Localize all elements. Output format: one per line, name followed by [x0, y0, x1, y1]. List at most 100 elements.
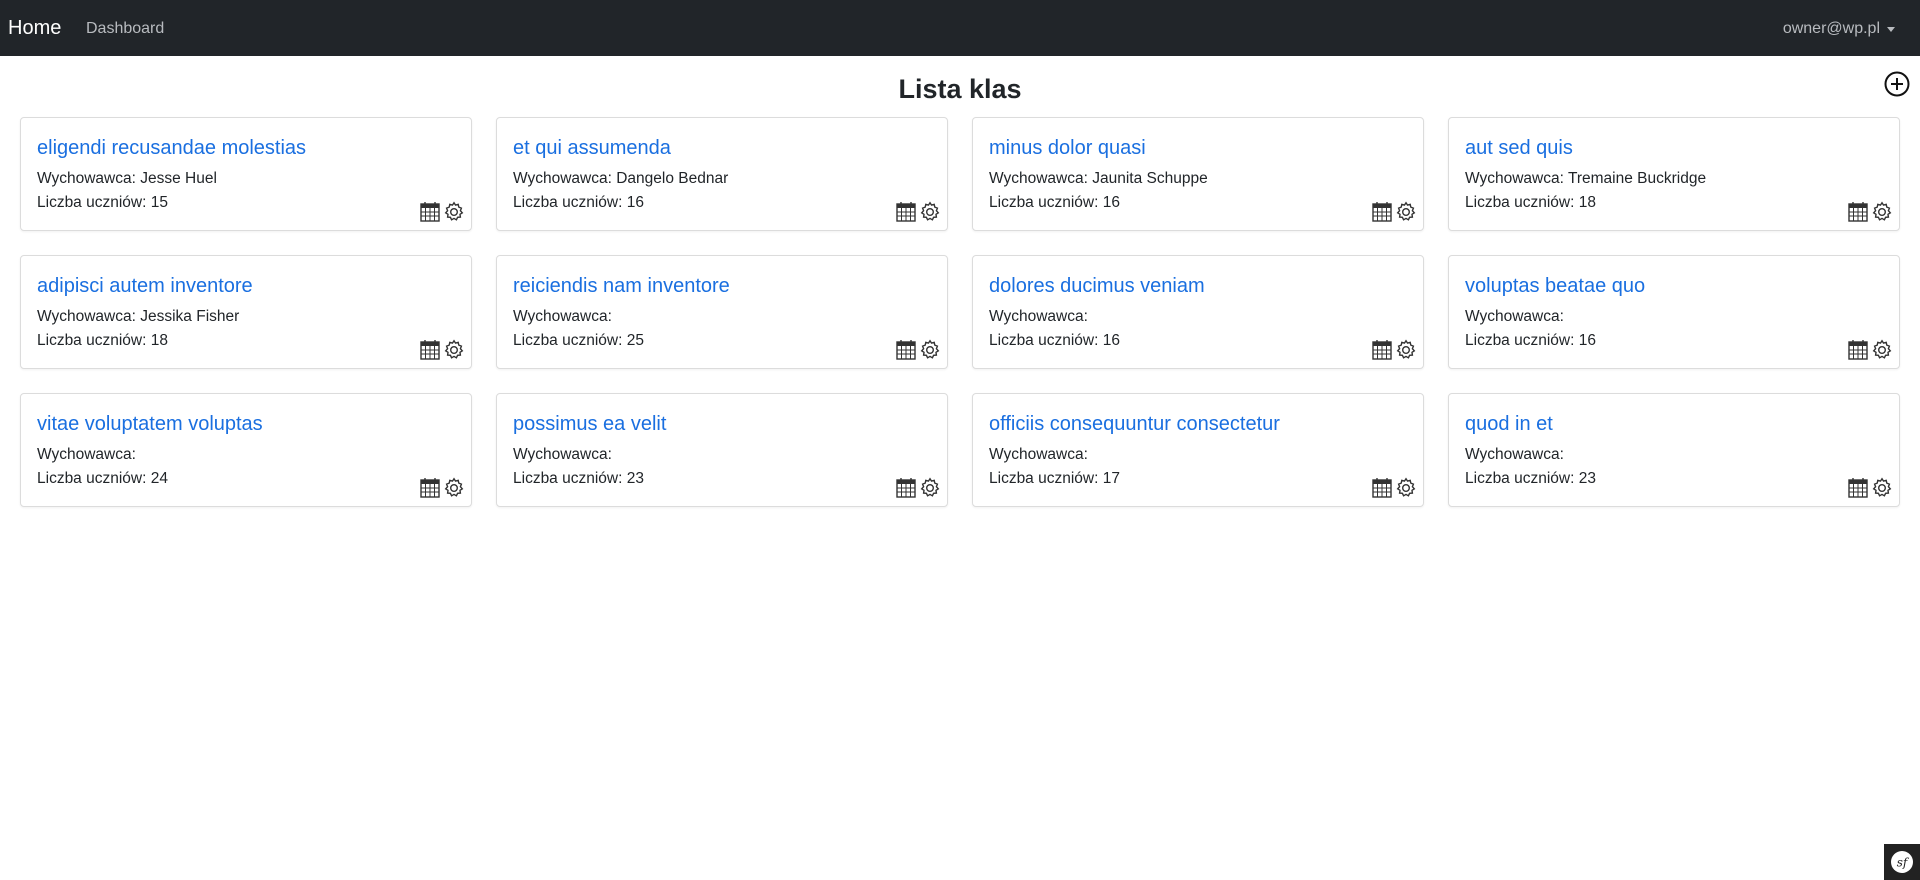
gear-icon[interactable]	[919, 339, 941, 361]
class-card: minus dolor quasi Wychowawca: Jaunita Sch…	[972, 117, 1424, 231]
class-name-link[interactable]: reiciendis nam inventore	[513, 274, 730, 298]
gear-icon[interactable]	[1395, 339, 1417, 361]
teacher-line: Wychowawca:	[989, 445, 1088, 465]
teacher-line: Wychowawca:	[37, 445, 136, 465]
class-name-link[interactable]: possimus ea velit	[513, 412, 666, 436]
class-name-link[interactable]: quod in et	[1465, 412, 1553, 436]
student-count-label: Liczba uczniów:	[37, 332, 147, 349]
class-card: et qui assumenda Wychowawca: Dangelo Bedn…	[496, 117, 948, 231]
class-name-link[interactable]: dolores ducimus veniam	[989, 274, 1205, 298]
student-count-label: Liczba uczniów:	[513, 470, 623, 487]
student-count-line: Liczba uczniów: 15	[37, 193, 168, 213]
calendar-icon[interactable]	[419, 477, 441, 499]
student-count-value: 16	[626, 194, 644, 211]
calendar-icon[interactable]	[1847, 477, 1869, 499]
teacher-line: Wychowawca: Jessika Fisher	[37, 307, 239, 327]
calendar-icon[interactable]	[1847, 201, 1869, 223]
user-dropdown[interactable]: owner@wp.pl	[1783, 19, 1895, 39]
class-name-link[interactable]: adipisci autem inventore	[37, 274, 253, 298]
class-card: aut sed quis Wychowawca: Tremaine Buckrid…	[1448, 117, 1900, 231]
teacher-name: Dangelo Bednar	[616, 170, 729, 187]
class-name-link[interactable]: officiis consequuntur consectetur	[989, 412, 1280, 436]
class-card: officiis consequuntur consectetur Wychowa…	[972, 393, 1424, 507]
class-card: eligendi recusandae molestias Wychowawca:…	[20, 117, 472, 231]
user-email: owner@wp.pl	[1782, 20, 1880, 37]
class-name-link[interactable]: vitae voluptatem voluptas	[37, 412, 263, 436]
student-count-value: 18	[1578, 194, 1596, 211]
calendar-icon[interactable]	[1371, 477, 1393, 499]
student-count-label: Liczba uczniów:	[1465, 470, 1575, 487]
page-title: Lista klas	[898, 74, 1022, 104]
calendar-icon[interactable]	[895, 477, 917, 499]
teacher-line: Wychowawca: Tremaine Buckridge	[1465, 169, 1706, 189]
card-actions	[1371, 201, 1417, 223]
gear-icon[interactable]	[1395, 477, 1417, 499]
teacher-line: Wychowawca:	[513, 307, 612, 327]
teacher-label: Wychowawca:	[513, 308, 612, 325]
gear-icon[interactable]	[1871, 339, 1893, 361]
teacher-label: Wychowawca:	[1465, 308, 1564, 325]
teacher-label: Wychowawca:	[37, 308, 136, 325]
gear-icon[interactable]	[443, 201, 465, 223]
calendar-icon[interactable]	[895, 201, 917, 223]
class-card: quod in et Wychowawca: Liczba uczniów: 23	[1448, 393, 1900, 507]
teacher-label: Wychowawca:	[989, 308, 1088, 325]
teacher-line: Wychowawca: Jesse Huel	[37, 169, 217, 189]
student-count-line: Liczba uczniów: 16	[513, 193, 644, 213]
gear-icon[interactable]	[919, 477, 941, 499]
student-count-line: Liczba uczniów: 24	[37, 469, 168, 489]
gear-icon[interactable]	[443, 477, 465, 499]
student-count-value: 18	[150, 332, 168, 349]
class-name-link[interactable]: aut sed quis	[1465, 136, 1573, 160]
teacher-label: Wychowawca:	[989, 446, 1088, 463]
gear-icon[interactable]	[1871, 477, 1893, 499]
student-count-label: Liczba uczniów:	[989, 332, 1099, 349]
class-card: vitae voluptatem voluptas Wychowawca: Lic…	[20, 393, 472, 507]
calendar-icon[interactable]	[895, 339, 917, 361]
teacher-label: Wychowawca:	[513, 446, 612, 463]
card-actions	[895, 201, 941, 223]
home-link[interactable]: Home	[8, 16, 61, 40]
student-count-value: 24	[150, 470, 168, 487]
dashboard-link[interactable]: Dashboard	[86, 19, 164, 39]
teacher-label: Wychowawca:	[513, 170, 612, 187]
student-count-line: Liczba uczniów: 23	[513, 469, 644, 489]
calendar-icon[interactable]	[419, 339, 441, 361]
gear-icon[interactable]	[919, 201, 941, 223]
teacher-label: Wychowawca:	[989, 170, 1088, 187]
class-name-link[interactable]: voluptas beatae quo	[1465, 274, 1645, 298]
student-count-line: Liczba uczniów: 25	[513, 331, 644, 351]
calendar-icon[interactable]	[1371, 201, 1393, 223]
student-count-label: Liczba uczniów:	[513, 194, 623, 211]
student-count-label: Liczba uczniów:	[37, 194, 147, 211]
class-name-link[interactable]: et qui assumenda	[513, 136, 671, 160]
gear-icon[interactable]	[1871, 201, 1893, 223]
student-count-line: Liczba uczniów: 18	[37, 331, 168, 351]
card-actions	[1847, 339, 1893, 361]
calendar-icon[interactable]	[1371, 339, 1393, 361]
class-card: voluptas beatae quo Wychowawca: Liczba uc…	[1448, 255, 1900, 369]
card-actions	[419, 339, 465, 361]
calendar-icon[interactable]	[419, 201, 441, 223]
student-count-line: Liczba uczniów: 16	[989, 193, 1120, 213]
teacher-line: Wychowawca:	[989, 307, 1088, 327]
card-actions	[419, 201, 465, 223]
add-class-button[interactable]	[1884, 71, 1910, 97]
student-count-label: Liczba uczniów:	[989, 470, 1099, 487]
gear-icon[interactable]	[1395, 201, 1417, 223]
teacher-label: Wychowawca:	[37, 170, 136, 187]
student-count-label: Liczba uczniów:	[1465, 194, 1575, 211]
gear-icon[interactable]	[443, 339, 465, 361]
student-count-label: Liczba uczniów:	[1465, 332, 1575, 349]
class-name-link[interactable]: eligendi recusandae molestias	[37, 136, 306, 160]
calendar-icon[interactable]	[1847, 339, 1869, 361]
student-count-value: 15	[150, 194, 168, 211]
class-name-link[interactable]: minus dolor quasi	[989, 136, 1146, 160]
symfony-toolbar-toggle[interactable]: sf	[1884, 844, 1920, 880]
class-card: possimus ea velit Wychowawca: Liczba uczn…	[496, 393, 948, 507]
student-count-line: Liczba uczniów: 23	[1465, 469, 1596, 489]
class-card: dolores ducimus veniam Wychowawca: Liczba…	[972, 255, 1424, 369]
class-card: adipisci autem inventore Wychowawca: Jess…	[20, 255, 472, 369]
student-count-label: Liczba uczniów:	[513, 332, 623, 349]
student-count-line: Liczba uczniów: 18	[1465, 193, 1596, 213]
